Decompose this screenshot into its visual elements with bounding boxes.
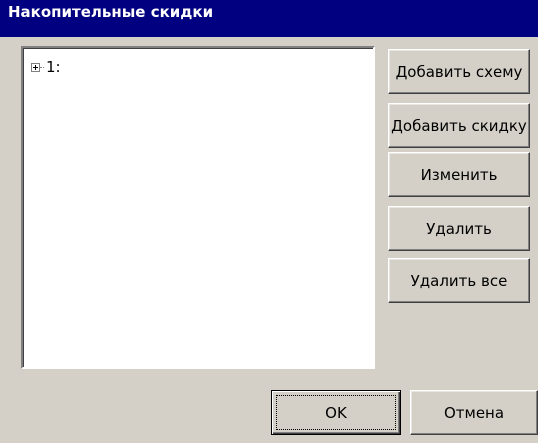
discounts-dialog: Накопительные скидки 1: Добавить схему Д… [0, 0, 538, 443]
discount-tree[interactable]: 1: [21, 46, 375, 369]
delete-all-button[interactable]: Удалить все [388, 258, 530, 303]
cancel-button[interactable]: Отмена [410, 390, 538, 435]
add-scheme-button[interactable]: Добавить схему [388, 49, 530, 94]
add-discount-button[interactable]: Добавить скидку [388, 103, 530, 148]
title-bar: Накопительные скидки [0, 0, 538, 37]
edit-button[interactable]: Изменить [388, 152, 530, 197]
focus-rectangle [276, 395, 396, 430]
ok-button[interactable]: OK [271, 390, 401, 435]
delete-button[interactable]: Удалить [388, 206, 530, 251]
tree-node[interactable]: 1: [31, 58, 61, 76]
expand-plus-icon[interactable] [31, 62, 40, 72]
tree-connector [40, 66, 44, 68]
tree-node-label[interactable]: 1: [46, 58, 61, 76]
